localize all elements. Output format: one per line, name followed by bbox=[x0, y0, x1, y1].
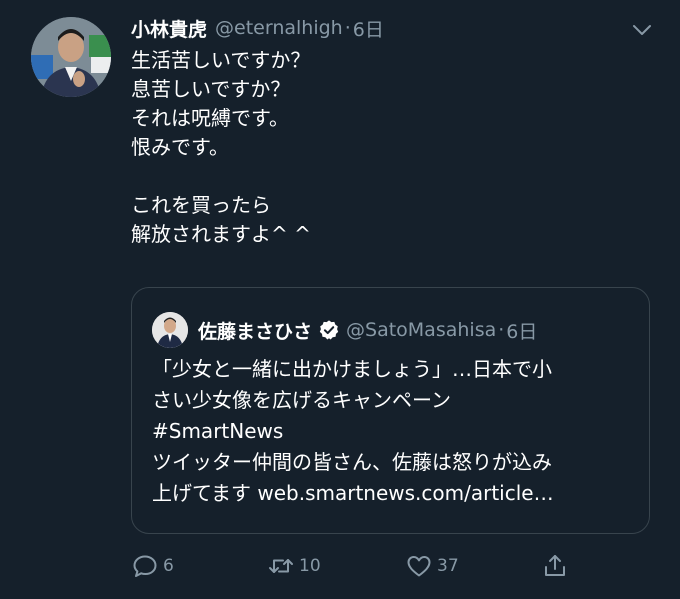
tweet[interactable]: 小林貴虎 @eternalhigh · 6日 生活苦しいですか？ 息苦しいですか… bbox=[0, 0, 680, 599]
separator-dot: · bbox=[498, 319, 505, 341]
quoted-text-line: さい少女像を広げるキャンペーン bbox=[152, 388, 451, 412]
avatar-photo bbox=[31, 17, 111, 97]
timestamp[interactable]: 6日 bbox=[353, 15, 384, 42]
heart-icon bbox=[407, 556, 431, 577]
quoted-avatar[interactable] bbox=[152, 312, 188, 348]
separator-dot: · bbox=[344, 17, 351, 39]
quoted-timestamp[interactable]: 6日 bbox=[506, 317, 537, 344]
tweet-text-line: 生活苦しいですか？ bbox=[131, 48, 311, 72]
tweet-actions: 6 10 37 bbox=[131, 548, 651, 584]
quoted-header: 佐藤まさひさ @SatoMasahisa · 6日 bbox=[198, 312, 537, 348]
retweet-icon bbox=[269, 559, 293, 573]
verified-badge-icon bbox=[319, 320, 339, 340]
tweet-text: 生活苦しいですか？ 息苦しいですか？ それは呪縛です。 恨みです。 これを買った… bbox=[131, 46, 651, 249]
reply-count: 6 bbox=[163, 556, 174, 576]
quoted-text-line-with-link[interactable]: 上げてます web.smartnews.com/article… bbox=[152, 478, 632, 509]
tweet-text-line bbox=[131, 162, 651, 191]
quoted-text-line: 「少女と一緒に出かけましょう」…日本で小 bbox=[152, 357, 552, 381]
share-button[interactable] bbox=[541, 548, 569, 584]
tweet-header: 小林貴虎 @eternalhigh · 6日 bbox=[131, 12, 384, 44]
quoted-text-line: ツイッター仲間の皆さん、佐藤は怒りが込み bbox=[152, 450, 552, 474]
comment-icon bbox=[133, 555, 157, 577]
quoted-handle[interactable]: @SatoMasahisa bbox=[346, 319, 496, 341]
chevron-down-icon[interactable] bbox=[630, 20, 654, 40]
like-count: 37 bbox=[437, 556, 459, 576]
quoted-avatar-photo bbox=[152, 312, 188, 348]
tweet-text-line: 息苦しいですか？ bbox=[131, 77, 291, 101]
tweet-text-line: 恨みです。 bbox=[131, 135, 229, 159]
retweet-button[interactable]: 10 bbox=[267, 548, 321, 584]
user-handle[interactable]: @eternalhigh bbox=[215, 17, 343, 39]
share-icon bbox=[545, 555, 565, 576]
quoted-text: 「少女と一緒に出かけましょう」…日本で小 さい少女像を広げるキャンペーン #Sm… bbox=[152, 354, 632, 509]
quoted-hashtag[interactable]: #SmartNews bbox=[152, 416, 632, 447]
quoted-display-name[interactable]: 佐藤まさひさ bbox=[198, 317, 312, 344]
like-button[interactable]: 37 bbox=[405, 548, 459, 584]
tweet-text-line: 解放されますよ^ ^ bbox=[131, 222, 311, 246]
avatar[interactable] bbox=[31, 17, 111, 97]
display-name[interactable]: 小林貴虎 bbox=[131, 15, 207, 42]
tweet-text-line: それは呪縛です。 bbox=[131, 106, 289, 130]
retweet-count: 10 bbox=[299, 556, 321, 576]
quoted-tweet[interactable]: 佐藤まさひさ @SatoMasahisa · 6日 「少女と一緒に出かけましょう… bbox=[131, 287, 650, 534]
tweet-text-line: これを買ったら bbox=[131, 193, 271, 217]
reply-button[interactable]: 6 bbox=[131, 548, 174, 584]
